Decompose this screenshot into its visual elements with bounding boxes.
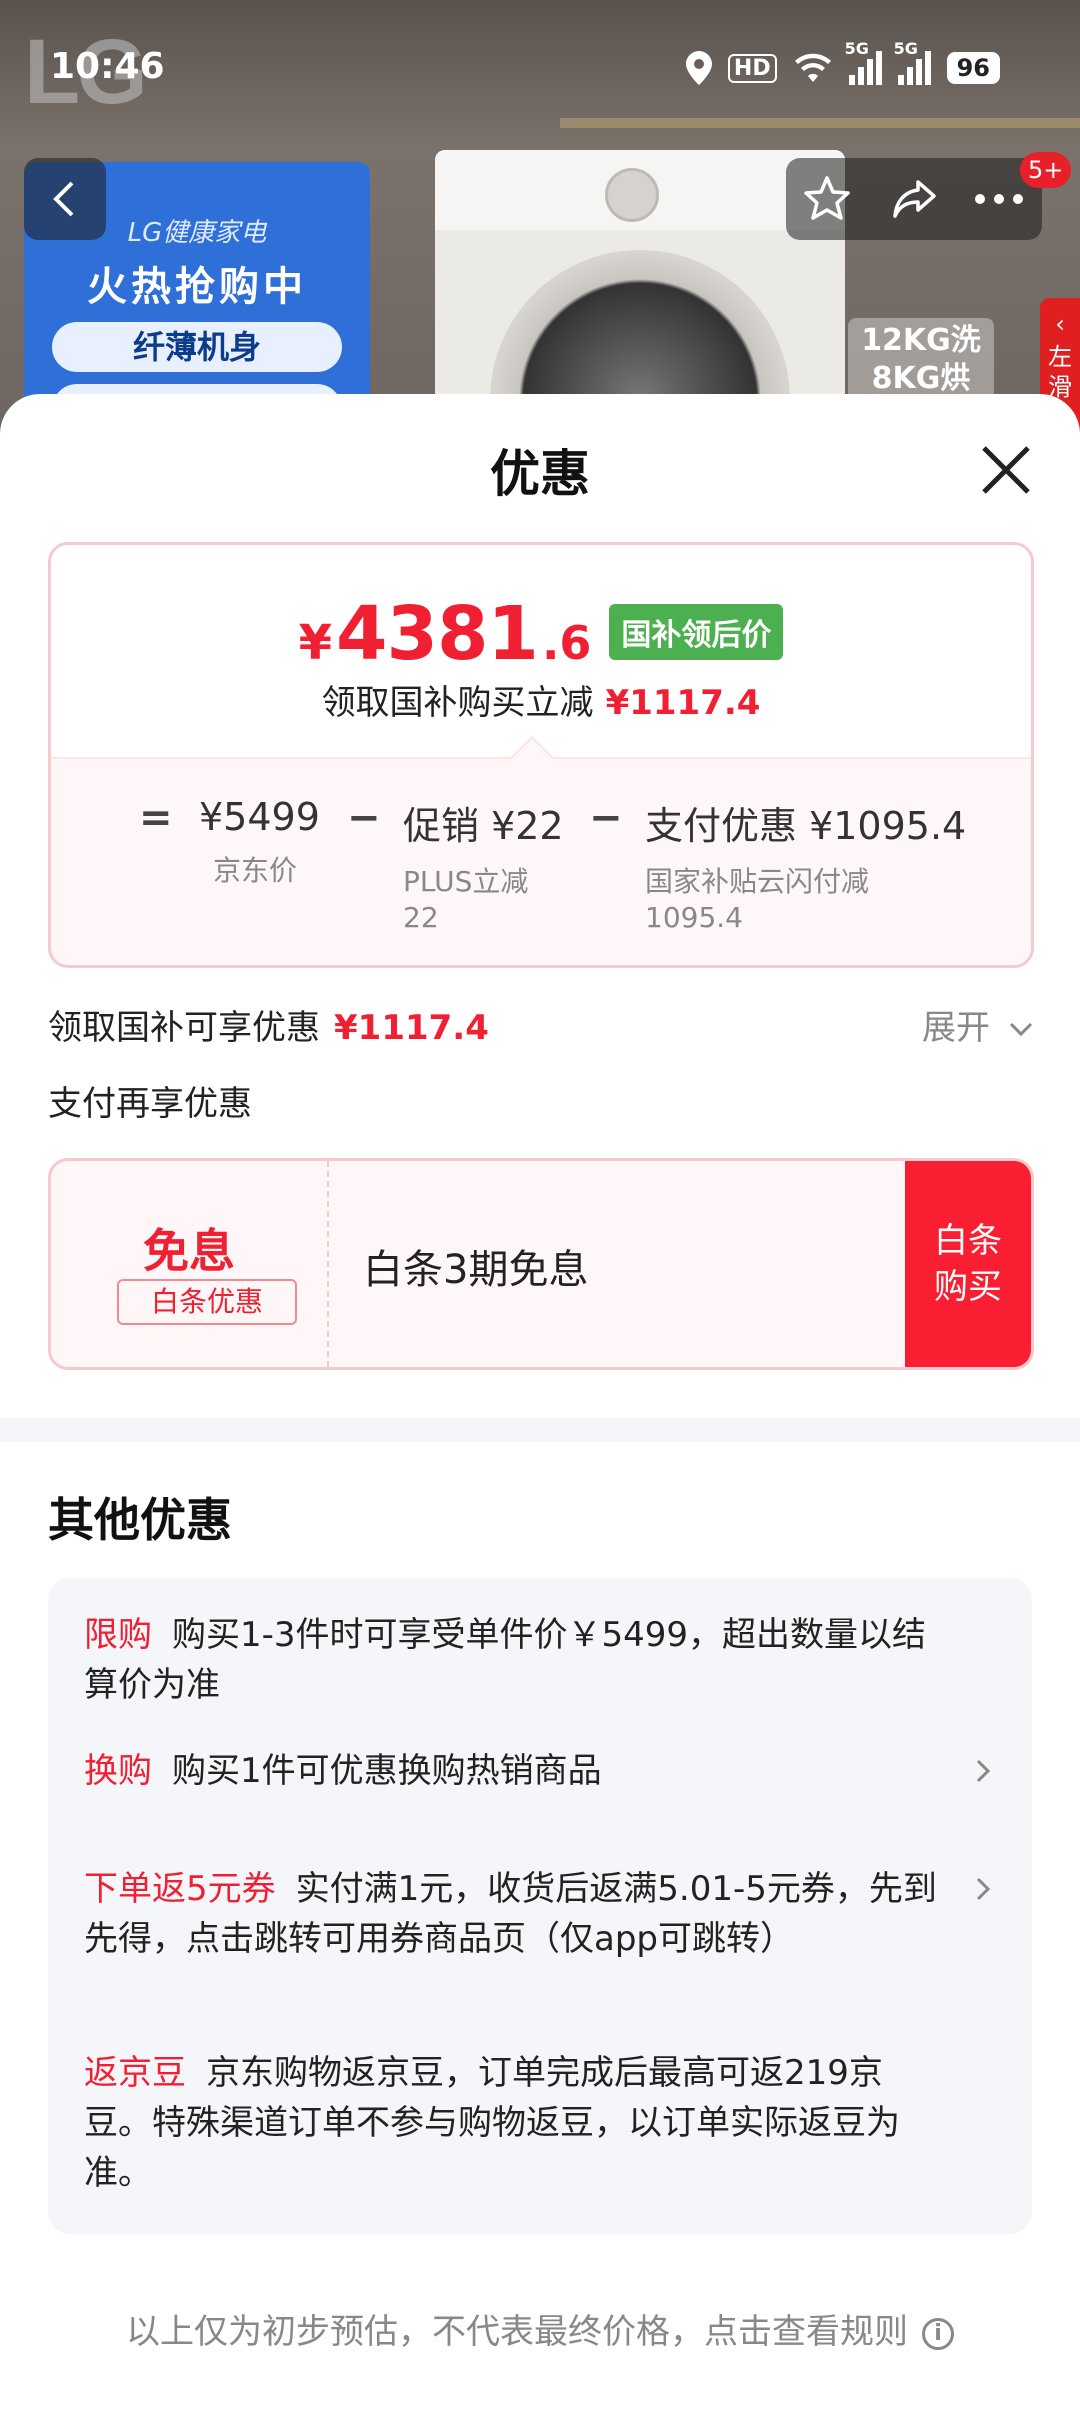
- offer-text: 购买1件可优惠换购热销商品: [172, 1751, 602, 1791]
- section-divider: [0, 1418, 1080, 1442]
- promo-pill: 纤薄机身: [52, 322, 342, 372]
- price-breakdown: = ¥5499 京东价 − 促销 ¥22 PLUS立减 22 − 支付优惠 ¥1…: [51, 757, 1031, 965]
- offer-text: 购买1-3件时可享受单件价￥5499，超出数量以结算价为准: [84, 1615, 927, 1705]
- favorite-button[interactable]: [786, 158, 868, 240]
- promo-title: 火热抢购中: [87, 264, 307, 310]
- offer-text: 京东购物返京豆，订单完成后最高可返219京豆。特殊渠道订单不参与购物返豆，以订单…: [84, 2053, 900, 2193]
- info-icon: i: [922, 2317, 954, 2350]
- battery-icon: 96: [946, 52, 1000, 84]
- expand-button[interactable]: 展开: [922, 1000, 1035, 1049]
- footer-disclaimer[interactable]: 以上仅为初步预估，不代表最终价格，点击查看规则 i: [0, 2304, 1080, 2353]
- offer-item-exchange[interactable]: 换购 购买1件可优惠换购热销商品: [84, 1746, 944, 1796]
- offer-item-jingdou: 返京豆 京东购物返京豆，订单完成后最高可返219京豆。特殊渠道订单不参与购物返豆，…: [84, 2048, 944, 2198]
- baitiao-buy-label: 白条购买: [934, 1221, 1002, 1307]
- jd-price-label: 京东价: [213, 854, 298, 887]
- status-bar: 10:46 HD 5G 5G 96: [0, 0, 1080, 140]
- jd-price: ¥5499 京东价: [199, 795, 320, 889]
- status-icons: HD 5G 5G 96: [685, 39, 1000, 90]
- payment-discount-amount: 1095.4: [645, 901, 743, 934]
- back-button[interactable]: [24, 158, 106, 240]
- subsidy-row: 领取国补可享优惠 ¥1117.4: [48, 1000, 489, 1049]
- baitiao-description: 白条3期免息: [363, 1247, 589, 1293]
- baitiao-buy-button[interactable]: 白条购买: [905, 1161, 1031, 1367]
- signal-2: 5G: [894, 39, 931, 85]
- promo-discount-amount: 22: [403, 901, 439, 934]
- baitiao-offer-card: 免息 白条优惠 白条3期免息 白条购买: [48, 1158, 1034, 1370]
- status-time: 10:46: [50, 46, 165, 87]
- jd-price-value: ¥5499: [199, 795, 320, 839]
- price-subtitle-text: 领取国补购买立减: [321, 683, 594, 723]
- top-actions: [786, 158, 1042, 240]
- chevron-right-icon[interactable]: [968, 1874, 998, 1904]
- star-icon: [804, 176, 850, 220]
- price-summary: ¥ 4381 .6 国补领后价 领取国补购买立减 ¥1117.4: [51, 545, 1031, 757]
- offer-tag: 返京豆: [84, 2053, 186, 2093]
- spec-line-dry: 8KG烘: [871, 361, 971, 396]
- other-offers-title: 其他优惠: [48, 1493, 232, 1547]
- promo-discount-label: PLUS立减: [403, 865, 529, 898]
- share-icon: [893, 180, 936, 218]
- message-badge: 5+: [1020, 152, 1072, 188]
- offer-tag: 换购: [84, 1751, 152, 1791]
- hd-icon: HD: [727, 53, 777, 83]
- minus-sign: −: [589, 795, 623, 841]
- side-tab-label: 左滑: [1048, 343, 1072, 401]
- offer-tag: 下单返5元券: [84, 1869, 276, 1909]
- location-icon: [685, 51, 712, 85]
- price-decimal: .6: [541, 616, 592, 670]
- baitiao-chip: 白条优惠: [117, 1279, 297, 1325]
- subsidy-row-amount: ¥1117.4: [334, 1008, 489, 1048]
- offer-item-limit: 限购 购买1-3件时可享受单件价￥5499，超出数量以结算价为准: [84, 1610, 944, 1710]
- close-icon: [982, 446, 1030, 494]
- other-offers-list: 限购 购买1-3件时可享受单件价￥5499，超出数量以结算价为准 换购 购买1件可优…: [48, 1578, 1032, 2234]
- discount-sheet: 优惠 ¥ 4381 .6 国补领后价 领取国补购买立减 ¥1117.4 = ¥54…: [0, 394, 1080, 2412]
- payment-discount: 支付优惠 ¥1095.4 国家补贴云闪付减 1095.4: [645, 795, 966, 936]
- offer-item-coupon[interactable]: 下单返5元券 实付满1元，收货后返满5.01-5元券，先到先得，点击跳转可用券商品…: [84, 1864, 944, 1964]
- offer-tag: 限购: [84, 1615, 152, 1655]
- minus-sign: −: [347, 795, 381, 841]
- promo-discount-value: 促销 ¥22: [403, 804, 564, 848]
- baitiao-badge: 免息 白条优惠: [51, 1161, 329, 1367]
- promo-discount: 促销 ¥22 PLUS立减 22: [403, 795, 564, 936]
- price-subtitle: 领取国补购买立减 ¥1117.4: [51, 675, 1031, 724]
- price-card: ¥ 4381 .6 国补领后价 领取国补购买立减 ¥1117.4 = ¥5499 …: [48, 542, 1034, 968]
- final-price: ¥ 4381 .6 国补领后价: [51, 591, 1031, 677]
- pay-row-label: 支付再享优惠: [48, 1084, 252, 1124]
- price-formula: = ¥5499 京东价 − 促销 ¥22 PLUS立减 22 − 支付优惠 ¥1…: [51, 795, 1031, 934]
- payment-discount-label: 国家补贴云闪付减: [645, 865, 870, 898]
- sheet-title: 优惠: [490, 445, 590, 503]
- washer-image: [435, 150, 845, 430]
- price-integer: 4381: [335, 591, 539, 677]
- signal-1: 5G: [845, 39, 882, 85]
- share-button[interactable]: [874, 158, 956, 240]
- price-currency: ¥: [298, 615, 332, 671]
- expand-label: 展开: [922, 1008, 990, 1048]
- chevron-right-icon[interactable]: [968, 1756, 998, 1786]
- subsidy-row-label: 领取国补可享优惠: [48, 1008, 320, 1048]
- payment-discount-value: 支付优惠 ¥1095.4: [645, 804, 967, 848]
- price-subtitle-amount: ¥1117.4: [605, 683, 761, 723]
- baitiao-headline: 免息: [143, 1224, 235, 1278]
- chevron-down-icon: [1009, 1022, 1032, 1037]
- equals-sign: =: [139, 795, 173, 841]
- back-icon: [24, 158, 106, 240]
- wifi-icon: [794, 53, 831, 82]
- footer-text: 以上仅为初步预估，不代表最终价格，点击查看规则: [126, 2312, 908, 2352]
- subsidy-price-tag: 国补领后价: [609, 604, 784, 660]
- close-button[interactable]: [966, 430, 1046, 510]
- spec-line-wash: 12KG洗: [861, 323, 981, 358]
- spec-badge: 12KG洗 8KG烘: [848, 318, 994, 406]
- more-icon: [975, 194, 1023, 204]
